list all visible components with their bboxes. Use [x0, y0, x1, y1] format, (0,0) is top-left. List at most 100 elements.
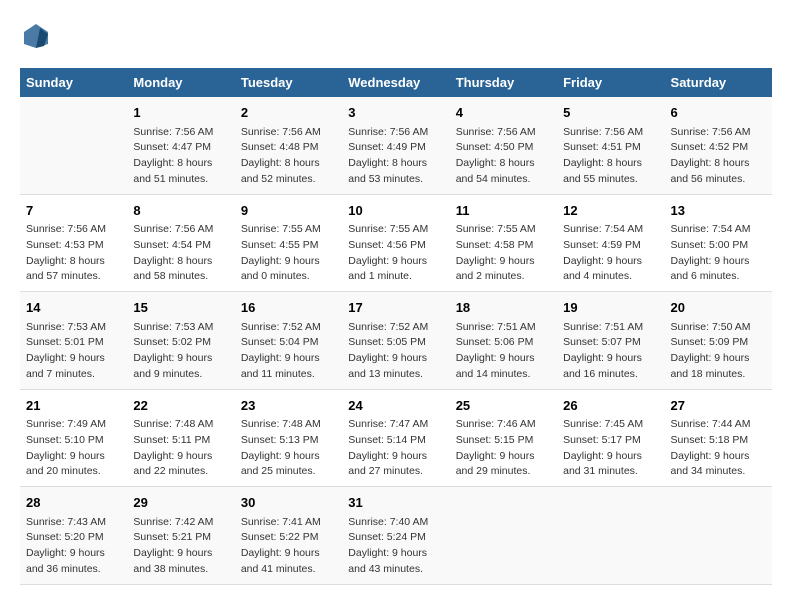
- day-cell: 11Sunrise: 7:55 AMSunset: 4:58 PMDayligh…: [450, 194, 557, 292]
- day-info: Sunrise: 7:55 AMSunset: 4:58 PMDaylight:…: [456, 222, 551, 285]
- logo-icon: [20, 20, 52, 52]
- day-number: 9: [241, 201, 336, 221]
- day-info: Sunrise: 7:56 AMSunset: 4:48 PMDaylight:…: [241, 125, 336, 188]
- day-cell: [557, 487, 664, 585]
- day-cell: 13Sunrise: 7:54 AMSunset: 5:00 PMDayligh…: [665, 194, 772, 292]
- day-info: Sunrise: 7:44 AMSunset: 5:18 PMDaylight:…: [671, 417, 766, 480]
- day-cell: 10Sunrise: 7:55 AMSunset: 4:56 PMDayligh…: [342, 194, 449, 292]
- logo: [20, 20, 54, 52]
- day-info: Sunrise: 7:55 AMSunset: 4:56 PMDaylight:…: [348, 222, 443, 285]
- day-number: 29: [133, 493, 228, 513]
- day-cell: 8Sunrise: 7:56 AMSunset: 4:54 PMDaylight…: [127, 194, 234, 292]
- day-number: 25: [456, 396, 551, 416]
- week-row-0: 1Sunrise: 7:56 AMSunset: 4:47 PMDaylight…: [20, 97, 772, 194]
- day-cell: 22Sunrise: 7:48 AMSunset: 5:11 PMDayligh…: [127, 389, 234, 487]
- day-cell: 28Sunrise: 7:43 AMSunset: 5:20 PMDayligh…: [20, 487, 127, 585]
- day-cell: 12Sunrise: 7:54 AMSunset: 4:59 PMDayligh…: [557, 194, 664, 292]
- day-cell: 5Sunrise: 7:56 AMSunset: 4:51 PMDaylight…: [557, 97, 664, 194]
- day-cell: 23Sunrise: 7:48 AMSunset: 5:13 PMDayligh…: [235, 389, 342, 487]
- day-cell: 18Sunrise: 7:51 AMSunset: 5:06 PMDayligh…: [450, 292, 557, 390]
- day-number: 2: [241, 103, 336, 123]
- day-info: Sunrise: 7:52 AMSunset: 5:05 PMDaylight:…: [348, 320, 443, 383]
- calendar-table: SundayMondayTuesdayWednesdayThursdayFrid…: [20, 68, 772, 585]
- day-number: 8: [133, 201, 228, 221]
- week-row-4: 28Sunrise: 7:43 AMSunset: 5:20 PMDayligh…: [20, 487, 772, 585]
- header-cell-sunday: Sunday: [20, 68, 127, 97]
- day-info: Sunrise: 7:40 AMSunset: 5:24 PMDaylight:…: [348, 515, 443, 578]
- day-number: 19: [563, 298, 658, 318]
- day-cell: 7Sunrise: 7:56 AMSunset: 4:53 PMDaylight…: [20, 194, 127, 292]
- day-number: 6: [671, 103, 766, 123]
- day-info: Sunrise: 7:56 AMSunset: 4:54 PMDaylight:…: [133, 222, 228, 285]
- day-number: 27: [671, 396, 766, 416]
- day-cell: 16Sunrise: 7:52 AMSunset: 5:04 PMDayligh…: [235, 292, 342, 390]
- week-row-1: 7Sunrise: 7:56 AMSunset: 4:53 PMDaylight…: [20, 194, 772, 292]
- day-cell: 29Sunrise: 7:42 AMSunset: 5:21 PMDayligh…: [127, 487, 234, 585]
- day-info: Sunrise: 7:54 AMSunset: 5:00 PMDaylight:…: [671, 222, 766, 285]
- day-info: Sunrise: 7:45 AMSunset: 5:17 PMDaylight:…: [563, 417, 658, 480]
- page-header: [20, 20, 772, 52]
- day-info: Sunrise: 7:51 AMSunset: 5:06 PMDaylight:…: [456, 320, 551, 383]
- day-number: 15: [133, 298, 228, 318]
- day-info: Sunrise: 7:54 AMSunset: 4:59 PMDaylight:…: [563, 222, 658, 285]
- header-cell-saturday: Saturday: [665, 68, 772, 97]
- day-info: Sunrise: 7:56 AMSunset: 4:50 PMDaylight:…: [456, 125, 551, 188]
- day-cell: [20, 97, 127, 194]
- day-info: Sunrise: 7:42 AMSunset: 5:21 PMDaylight:…: [133, 515, 228, 578]
- header-cell-tuesday: Tuesday: [235, 68, 342, 97]
- day-info: Sunrise: 7:47 AMSunset: 5:14 PMDaylight:…: [348, 417, 443, 480]
- day-number: 10: [348, 201, 443, 221]
- day-cell: 4Sunrise: 7:56 AMSunset: 4:50 PMDaylight…: [450, 97, 557, 194]
- day-cell: 3Sunrise: 7:56 AMSunset: 4:49 PMDaylight…: [342, 97, 449, 194]
- day-cell: [450, 487, 557, 585]
- day-cell: [665, 487, 772, 585]
- day-info: Sunrise: 7:53 AMSunset: 5:01 PMDaylight:…: [26, 320, 121, 383]
- day-cell: 25Sunrise: 7:46 AMSunset: 5:15 PMDayligh…: [450, 389, 557, 487]
- day-number: 11: [456, 201, 551, 221]
- week-row-2: 14Sunrise: 7:53 AMSunset: 5:01 PMDayligh…: [20, 292, 772, 390]
- day-number: 16: [241, 298, 336, 318]
- day-cell: 14Sunrise: 7:53 AMSunset: 5:01 PMDayligh…: [20, 292, 127, 390]
- day-info: Sunrise: 7:56 AMSunset: 4:49 PMDaylight:…: [348, 125, 443, 188]
- day-cell: 2Sunrise: 7:56 AMSunset: 4:48 PMDaylight…: [235, 97, 342, 194]
- day-cell: 21Sunrise: 7:49 AMSunset: 5:10 PMDayligh…: [20, 389, 127, 487]
- day-number: 23: [241, 396, 336, 416]
- day-number: 18: [456, 298, 551, 318]
- day-info: Sunrise: 7:41 AMSunset: 5:22 PMDaylight:…: [241, 515, 336, 578]
- day-info: Sunrise: 7:49 AMSunset: 5:10 PMDaylight:…: [26, 417, 121, 480]
- day-info: Sunrise: 7:48 AMSunset: 5:11 PMDaylight:…: [133, 417, 228, 480]
- day-info: Sunrise: 7:43 AMSunset: 5:20 PMDaylight:…: [26, 515, 121, 578]
- day-number: 4: [456, 103, 551, 123]
- day-number: 1: [133, 103, 228, 123]
- header-cell-monday: Monday: [127, 68, 234, 97]
- day-cell: 31Sunrise: 7:40 AMSunset: 5:24 PMDayligh…: [342, 487, 449, 585]
- day-cell: 20Sunrise: 7:50 AMSunset: 5:09 PMDayligh…: [665, 292, 772, 390]
- day-info: Sunrise: 7:50 AMSunset: 5:09 PMDaylight:…: [671, 320, 766, 383]
- day-cell: 9Sunrise: 7:55 AMSunset: 4:55 PMDaylight…: [235, 194, 342, 292]
- day-number: 21: [26, 396, 121, 416]
- header-cell-friday: Friday: [557, 68, 664, 97]
- day-number: 20: [671, 298, 766, 318]
- day-cell: 6Sunrise: 7:56 AMSunset: 4:52 PMDaylight…: [665, 97, 772, 194]
- day-info: Sunrise: 7:56 AMSunset: 4:51 PMDaylight:…: [563, 125, 658, 188]
- day-number: 13: [671, 201, 766, 221]
- day-cell: 1Sunrise: 7:56 AMSunset: 4:47 PMDaylight…: [127, 97, 234, 194]
- day-info: Sunrise: 7:46 AMSunset: 5:15 PMDaylight:…: [456, 417, 551, 480]
- day-number: 22: [133, 396, 228, 416]
- day-cell: 30Sunrise: 7:41 AMSunset: 5:22 PMDayligh…: [235, 487, 342, 585]
- header-cell-wednesday: Wednesday: [342, 68, 449, 97]
- day-number: 28: [26, 493, 121, 513]
- week-row-3: 21Sunrise: 7:49 AMSunset: 5:10 PMDayligh…: [20, 389, 772, 487]
- day-number: 5: [563, 103, 658, 123]
- day-cell: 15Sunrise: 7:53 AMSunset: 5:02 PMDayligh…: [127, 292, 234, 390]
- day-cell: 27Sunrise: 7:44 AMSunset: 5:18 PMDayligh…: [665, 389, 772, 487]
- day-cell: 17Sunrise: 7:52 AMSunset: 5:05 PMDayligh…: [342, 292, 449, 390]
- day-info: Sunrise: 7:56 AMSunset: 4:52 PMDaylight:…: [671, 125, 766, 188]
- day-cell: 26Sunrise: 7:45 AMSunset: 5:17 PMDayligh…: [557, 389, 664, 487]
- day-info: Sunrise: 7:52 AMSunset: 5:04 PMDaylight:…: [241, 320, 336, 383]
- day-cell: 19Sunrise: 7:51 AMSunset: 5:07 PMDayligh…: [557, 292, 664, 390]
- day-number: 17: [348, 298, 443, 318]
- day-number: 31: [348, 493, 443, 513]
- day-info: Sunrise: 7:48 AMSunset: 5:13 PMDaylight:…: [241, 417, 336, 480]
- day-number: 3: [348, 103, 443, 123]
